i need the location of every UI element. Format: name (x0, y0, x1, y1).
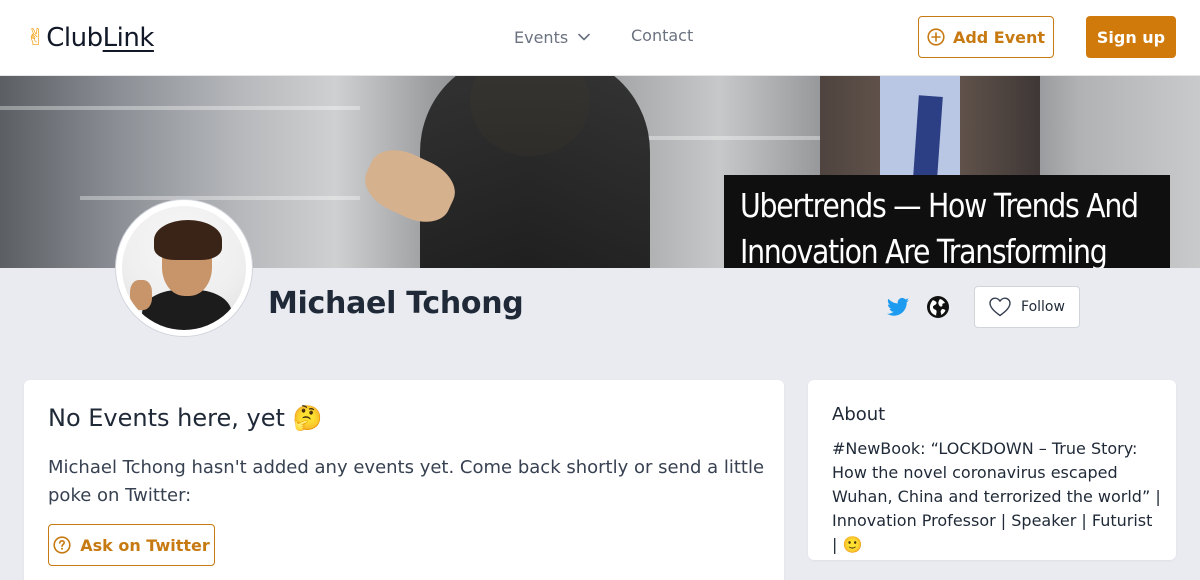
banner-streak (80, 196, 360, 200)
add-event-button[interactable]: Add Event (918, 16, 1054, 58)
banner-caption: Ubertrends — How Trends And Innovation A… (724, 175, 1170, 268)
site-header: ✌ ClubLink Events Contact Add Event Sign… (0, 0, 1200, 76)
profile-name: Michael Tchong (268, 286, 524, 321)
twitter-icon[interactable] (886, 295, 910, 319)
logo-text: ClubLink (46, 23, 154, 53)
about-card-text: #NewBook: “LOCKDOWN – True Story: How th… (832, 439, 1161, 554)
avatar-hair (154, 220, 222, 260)
avatar-thumb (130, 280, 152, 310)
nav-events-dropdown[interactable]: Events (514, 26, 590, 48)
events-card-text: Michael Tchong hasn't added any events y… (48, 457, 765, 506)
avatar-body (142, 290, 232, 330)
banner-streak (0, 106, 360, 110)
banner-caption-line2: Innovation Are Transforming (740, 232, 1108, 268)
follow-button[interactable]: Follow (974, 286, 1080, 328)
question-circle-icon (53, 536, 71, 554)
sign-up-button[interactable]: Sign up (1086, 16, 1176, 58)
banner-caption-line1: Ubertrends — How Trends And (740, 186, 1139, 225)
ask-on-twitter-label: Ask on Twitter (80, 535, 210, 555)
avatar (116, 200, 252, 336)
clublink-logo[interactable]: ✌ ClubLink (26, 20, 154, 56)
follow-label: Follow (1021, 299, 1065, 315)
ask-on-twitter-button[interactable]: Ask on Twitter (48, 524, 215, 566)
about-card: About #NewBook: “LOCKDOWN – True Story: … (808, 380, 1176, 560)
plus-circle-icon (927, 28, 945, 46)
globe-icon[interactable] (926, 295, 950, 319)
events-card-title: No Events here, yet 🤔 (48, 404, 323, 432)
banner-streak (640, 136, 820, 140)
chevron-down-icon (578, 33, 590, 41)
nav-contact-link[interactable]: Contact (631, 26, 693, 48)
heart-icon (989, 297, 1011, 317)
avatar-photo (122, 206, 246, 330)
nav-events-label: Events (514, 27, 569, 47)
add-event-label: Add Event (952, 27, 1046, 47)
about-card-title: About (832, 404, 886, 425)
peace-hand-icon: ✌ (26, 25, 46, 51)
banner-person-woman (420, 76, 650, 268)
events-card: No Events here, yet 🤔 Michael Tchong has… (24, 380, 784, 580)
